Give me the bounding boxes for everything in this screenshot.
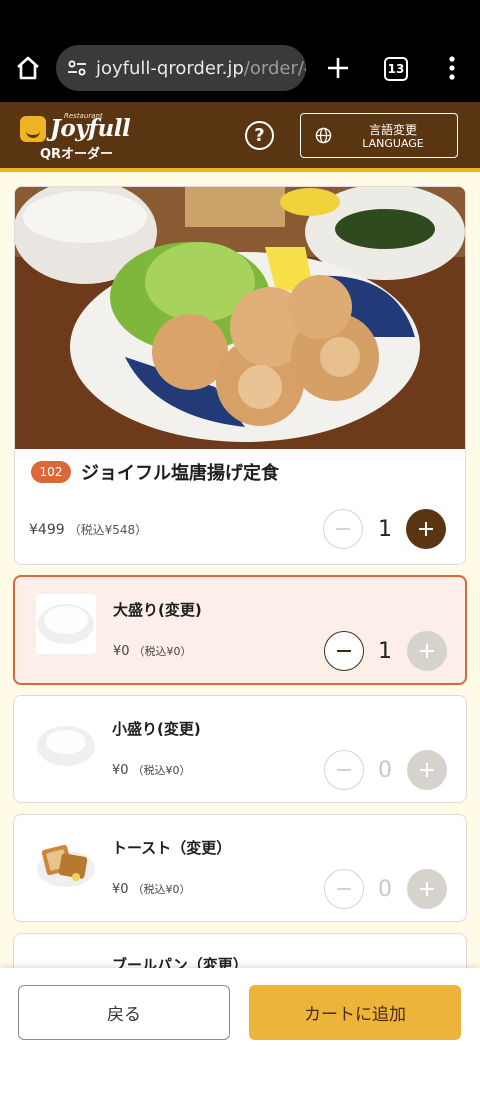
option-increase-button[interactable] [407, 750, 447, 790]
option-thumbnail [36, 594, 96, 654]
option-decrease-button[interactable] [324, 869, 364, 909]
language-label-ja: 言語変更 [368, 123, 417, 137]
joyfull-logo[interactable]: Restaurant Joyfull QRオーダー [20, 110, 140, 164]
option-price: ¥0 （税込¥0） [112, 881, 191, 897]
product-decrease-button[interactable] [323, 509, 363, 549]
help-button[interactable]: ? [245, 121, 274, 150]
option-increase-button[interactable] [407, 869, 447, 909]
option-card-toast[interactable]: トースト（変更） ¥0 （税込¥0） 0 [13, 814, 467, 922]
product-name: ジョイフル塩唐揚げ定食 [81, 463, 279, 484]
back-button[interactable]: 戻る [18, 985, 230, 1040]
option-name: 大盛り(変更) [113, 601, 202, 619]
option-price: ¥0 （税込¥0） [112, 762, 191, 778]
option-thumbnail [37, 844, 95, 887]
tab-switcher-button[interactable]: 13 [384, 57, 408, 81]
option-price-value: ¥0 [112, 882, 129, 897]
option-increase-button[interactable] [407, 631, 447, 671]
globe-icon [315, 127, 332, 144]
option-decrease-button[interactable] [324, 750, 364, 790]
add-to-cart-button[interactable]: カートに追加 [249, 985, 461, 1040]
option-quantity: 0 [378, 877, 392, 902]
logo-brand-text: Joyfull [50, 115, 131, 142]
more-menu-icon[interactable] [446, 54, 458, 82]
option-price-value: ¥0 [113, 644, 130, 659]
product-card: 102 ジョイフル塩唐揚げ定食 ¥499 （税込¥548） 1 [14, 186, 466, 565]
minus-icon [337, 650, 351, 652]
language-label-en: LANGUAGE [362, 137, 424, 150]
bottom-action-bar: 戻る カートに追加 [0, 968, 480, 1120]
url-path: /order/4 [243, 57, 306, 79]
option-name: 小盛り(変更) [112, 720, 201, 738]
product-price-value: ¥499 [29, 522, 65, 538]
logo-mark-icon [20, 116, 46, 142]
product-quantity: 1 [378, 517, 392, 542]
option-name: トースト（変更） [112, 839, 232, 857]
option-thumbnail [37, 726, 95, 766]
option-quantity: 0 [378, 758, 392, 783]
status-bar [0, 0, 480, 34]
product-price: ¥499 （税込¥548） [29, 521, 147, 538]
language-button[interactable]: 言語変更 LANGUAGE [300, 113, 458, 158]
home-icon[interactable] [14, 54, 42, 82]
option-price-value: ¥0 [112, 763, 129, 778]
minus-icon [337, 888, 351, 890]
minus-icon [337, 769, 351, 771]
option-decrease-button[interactable] [324, 631, 364, 671]
option-price-tax: （税込¥0） [133, 645, 192, 658]
url-host: joyfull-qrorder.jp [96, 57, 244, 79]
option-price-tax: （税込¥0） [132, 883, 191, 896]
option-price: ¥0 （税込¥0） [113, 643, 192, 659]
option-price-tax: （税込¥0） [132, 764, 191, 777]
minus-icon [336, 528, 350, 530]
address-bar[interactable]: joyfull-qrorder.jp/order/4 [56, 45, 306, 91]
product-code-badge: 102 [31, 461, 71, 483]
option-quantity: 1 [378, 639, 392, 664]
url-text: joyfull-qrorder.jp/order/4 [96, 58, 306, 79]
product-photo [15, 187, 465, 449]
logo-subtitle: QRオーダー [40, 147, 114, 162]
new-tab-icon[interactable] [325, 55, 351, 81]
product-increase-button[interactable] [406, 509, 446, 549]
option-card-large-rice[interactable]: 大盛り(変更) ¥0 （税込¥0） 1 [13, 575, 467, 685]
product-price-tax: （税込¥548） [68, 523, 148, 537]
option-card-small-rice[interactable]: 小盛り(変更) ¥0 （税込¥0） 0 [13, 695, 467, 803]
browser-toolbar: joyfull-qrorder.jp/order/4 13 [0, 34, 480, 102]
site-settings-icon[interactable] [66, 57, 88, 79]
app-header: Restaurant Joyfull QRオーダー ? 言語変更 LANGUAG… [0, 102, 480, 172]
